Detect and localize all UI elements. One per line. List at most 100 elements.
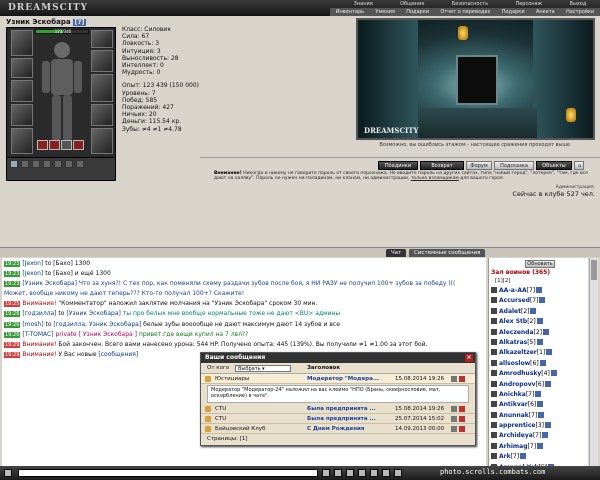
info-icon[interactable] (520, 453, 527, 460)
lock-icon[interactable]: ⌂ (574, 161, 584, 170)
filter-icon[interactable] (358, 469, 366, 477)
message-subject[interactable]: Была предпринята ... (307, 414, 376, 424)
helmet-slot[interactable] (11, 30, 33, 56)
chat-time[interactable]: 19:25 (4, 301, 21, 308)
quick-slot-icon-7[interactable] (76, 160, 84, 168)
chat-nick[interactable]: [Jexon] (22, 260, 43, 267)
player-row[interactable]: Antikvar[6] (491, 400, 587, 410)
info-icon[interactable] (536, 287, 543, 293)
sound-icon[interactable] (382, 469, 390, 477)
player-row[interactable]: Alkazeltzer[1] (491, 348, 587, 358)
player-name[interactable]: Andropovv (499, 381, 536, 388)
delete-icon[interactable] (459, 416, 465, 422)
player-name[interactable]: Arhimag (499, 443, 528, 450)
player-row[interactable]: AA-a-AA[7] (491, 286, 587, 296)
belt-slot[interactable] (11, 104, 33, 126)
settings-icon[interactable] (370, 469, 378, 477)
player-name[interactable]: Adalet (499, 308, 521, 315)
quick-slot-icon-1[interactable] (10, 160, 18, 168)
message-row[interactable]: CTU Была предпринята ... 25.07.2014 15:02 (201, 414, 475, 424)
info-icon[interactable] (536, 318, 543, 325)
info-icon[interactable] (538, 411, 545, 418)
info-icon[interactable] (530, 307, 537, 314)
message-row[interactable]: Бойцовский Клуб С Днем Рождения 14.09.2013… (201, 424, 475, 434)
armor-slot[interactable] (11, 80, 33, 102)
player-name[interactable]: Antikvar (499, 401, 528, 408)
chat-time[interactable]: 19:23 (4, 261, 21, 267)
nav-character[interactable]: Персонаж (515, 0, 542, 8)
info-icon[interactable] (539, 297, 546, 304)
player-row[interactable]: Adalet[2] (491, 307, 587, 317)
chat-time[interactable]: 19:23 (4, 271, 21, 278)
return-button[interactable]: Возврат (420, 161, 464, 170)
info-icon[interactable] (543, 328, 550, 335)
chat-nick[interactable]: [T-TOMAC] (22, 331, 53, 338)
lock-icon[interactable] (451, 416, 457, 422)
player-row[interactable]: allsoslow[6] (491, 359, 587, 369)
players-scrollbar[interactable] (589, 258, 598, 466)
chat-time[interactable]: 19:29 (4, 351, 21, 358)
amulet-slot[interactable] (91, 30, 113, 48)
lock-icon[interactable] (451, 406, 457, 412)
info-icon[interactable] (539, 359, 546, 366)
quick-slot-icon-6[interactable] (65, 160, 73, 168)
player-name[interactable]: Aleczenda (499, 329, 534, 336)
info-icon[interactable] (542, 432, 549, 439)
belt-potion-4[interactable] (73, 140, 84, 150)
player-row[interactable]: Ark[7] (491, 452, 587, 462)
clear-icon[interactable] (334, 469, 342, 477)
player-name[interactable]: Alkazeltzer (499, 349, 537, 356)
scrollbar-thumb[interactable] (591, 260, 597, 280)
send-icon[interactable] (322, 469, 330, 477)
chat-time[interactable]: 19:29 (4, 341, 21, 348)
info-icon[interactable] (535, 390, 542, 397)
player-row[interactable]: Arhimag[7] (491, 442, 587, 452)
objects-button[interactable]: Объекты (536, 161, 572, 170)
player-name[interactable]: Amrodhusky (499, 370, 541, 377)
boots-slot[interactable] (11, 128, 33, 154)
chat-nick[interactable]: [Узник Эскобара] (22, 280, 77, 287)
forum-button[interactable]: Форум (466, 161, 492, 170)
subnav-settings[interactable]: Настройки (566, 8, 594, 16)
player-name[interactable]: Anichka (499, 391, 526, 398)
player-row[interactable]: Anunnak[7] (491, 411, 587, 421)
nav-exit[interactable]: Выход (569, 0, 586, 8)
close-icon[interactable]: × (465, 354, 473, 362)
player-name[interactable]: Alkatras (499, 339, 527, 346)
info-icon[interactable] (537, 401, 544, 408)
player-row[interactable]: Anichka[7] (491, 390, 587, 400)
scene-door[interactable] (456, 55, 498, 105)
chat-input[interactable] (18, 469, 318, 477)
player-name[interactable]: allsoslow (499, 360, 530, 367)
lock-icon[interactable] (451, 426, 457, 432)
gloves-slot[interactable] (91, 50, 113, 72)
message-subject[interactable]: С Днем Рождения (307, 424, 364, 434)
chat-time[interactable]: 19:26 (4, 331, 21, 338)
player-row[interactable]: Archideya[7] (491, 431, 587, 441)
player-name[interactable]: Ark (499, 453, 511, 460)
subnav-skills[interactable]: Умения (375, 8, 394, 16)
player-row[interactable]: Andropovv[6] (491, 380, 587, 390)
player-row[interactable]: Accursed[7] (491, 296, 587, 306)
subnav-transfers[interactable]: Отчет о переводах (440, 8, 490, 16)
subnav-gifts[interactable]: Подарки (406, 8, 429, 16)
site-logo[interactable]: DREAMSCITY (2, 1, 132, 15)
translit-icon[interactable] (394, 469, 402, 477)
hint-button[interactable]: Подсказка (494, 161, 534, 170)
quick-slot-icon-5[interactable] (54, 160, 62, 168)
quick-slot-icon-4[interactable] (43, 160, 51, 168)
chat-nick[interactable]: [Jexon] (22, 270, 43, 277)
message-subject[interactable]: Модератор "Модера... (307, 374, 379, 384)
player-name[interactable]: AA-a-AA (499, 287, 527, 294)
chat-time[interactable]: 19:26 (4, 311, 21, 318)
chat-nick[interactable]: [годзилла] (22, 310, 56, 317)
pagination[interactable]: Страницы: [1] (207, 436, 248, 442)
info-icon[interactable] (536, 338, 543, 345)
subnav-gifts-2[interactable]: Подарки (502, 8, 525, 16)
pants-slot[interactable] (91, 104, 113, 126)
subnav-profile[interactable]: Анкета (536, 8, 555, 16)
message-row[interactable]: CTU Была предпринята ... 15.08.2014 19:26 (201, 404, 475, 414)
warning-link[interactable]: только взломщикам (411, 176, 459, 181)
duels-button[interactable]: Поединки (378, 161, 418, 170)
message-subject[interactable]: Была предпринята ... (307, 404, 376, 414)
